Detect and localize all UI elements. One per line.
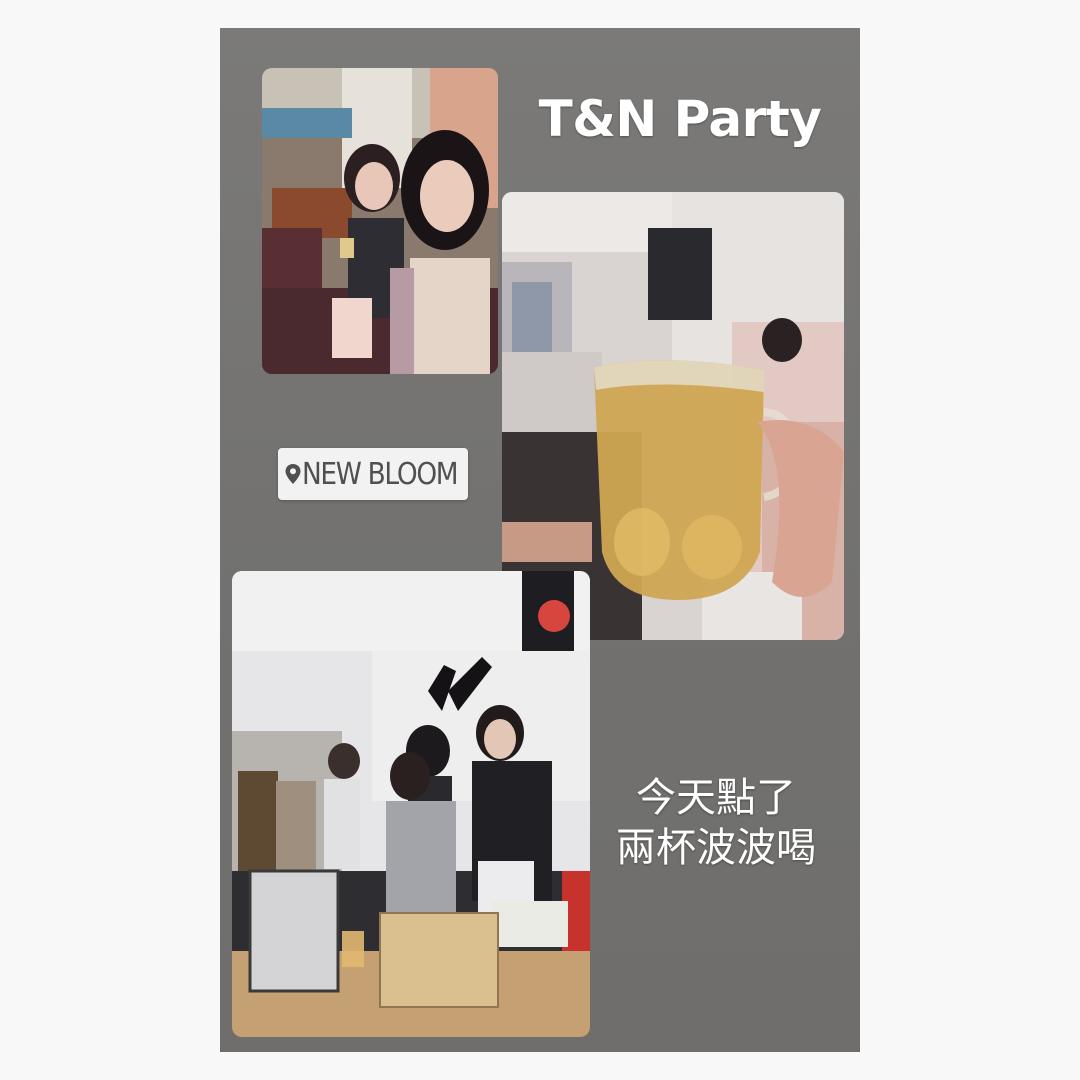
screen-frame: T&N Party NEW BLOOM 今天點了 兩杯波波喝 (0, 0, 1080, 1080)
photo-friends-seated[interactable] (262, 68, 498, 374)
story-canvas: T&N Party NEW BLOOM 今天點了 兩杯波波喝 (220, 28, 860, 1052)
caption-line-2: 兩杯波波喝 (616, 825, 816, 871)
photo-friends-seated-image (262, 68, 498, 374)
location-sticker[interactable]: NEW BLOOM (278, 448, 468, 500)
story-caption: 今天點了 兩杯波波喝 (596, 773, 836, 873)
caption-line-1: 今天點了 (636, 775, 796, 821)
photo-group-bar[interactable] (232, 571, 590, 1037)
story-title: T&N Party (538, 90, 822, 148)
location-pin-icon (284, 448, 302, 500)
location-label: NEW BLOOM (302, 456, 459, 492)
photo-group-bar-image (232, 571, 590, 1037)
